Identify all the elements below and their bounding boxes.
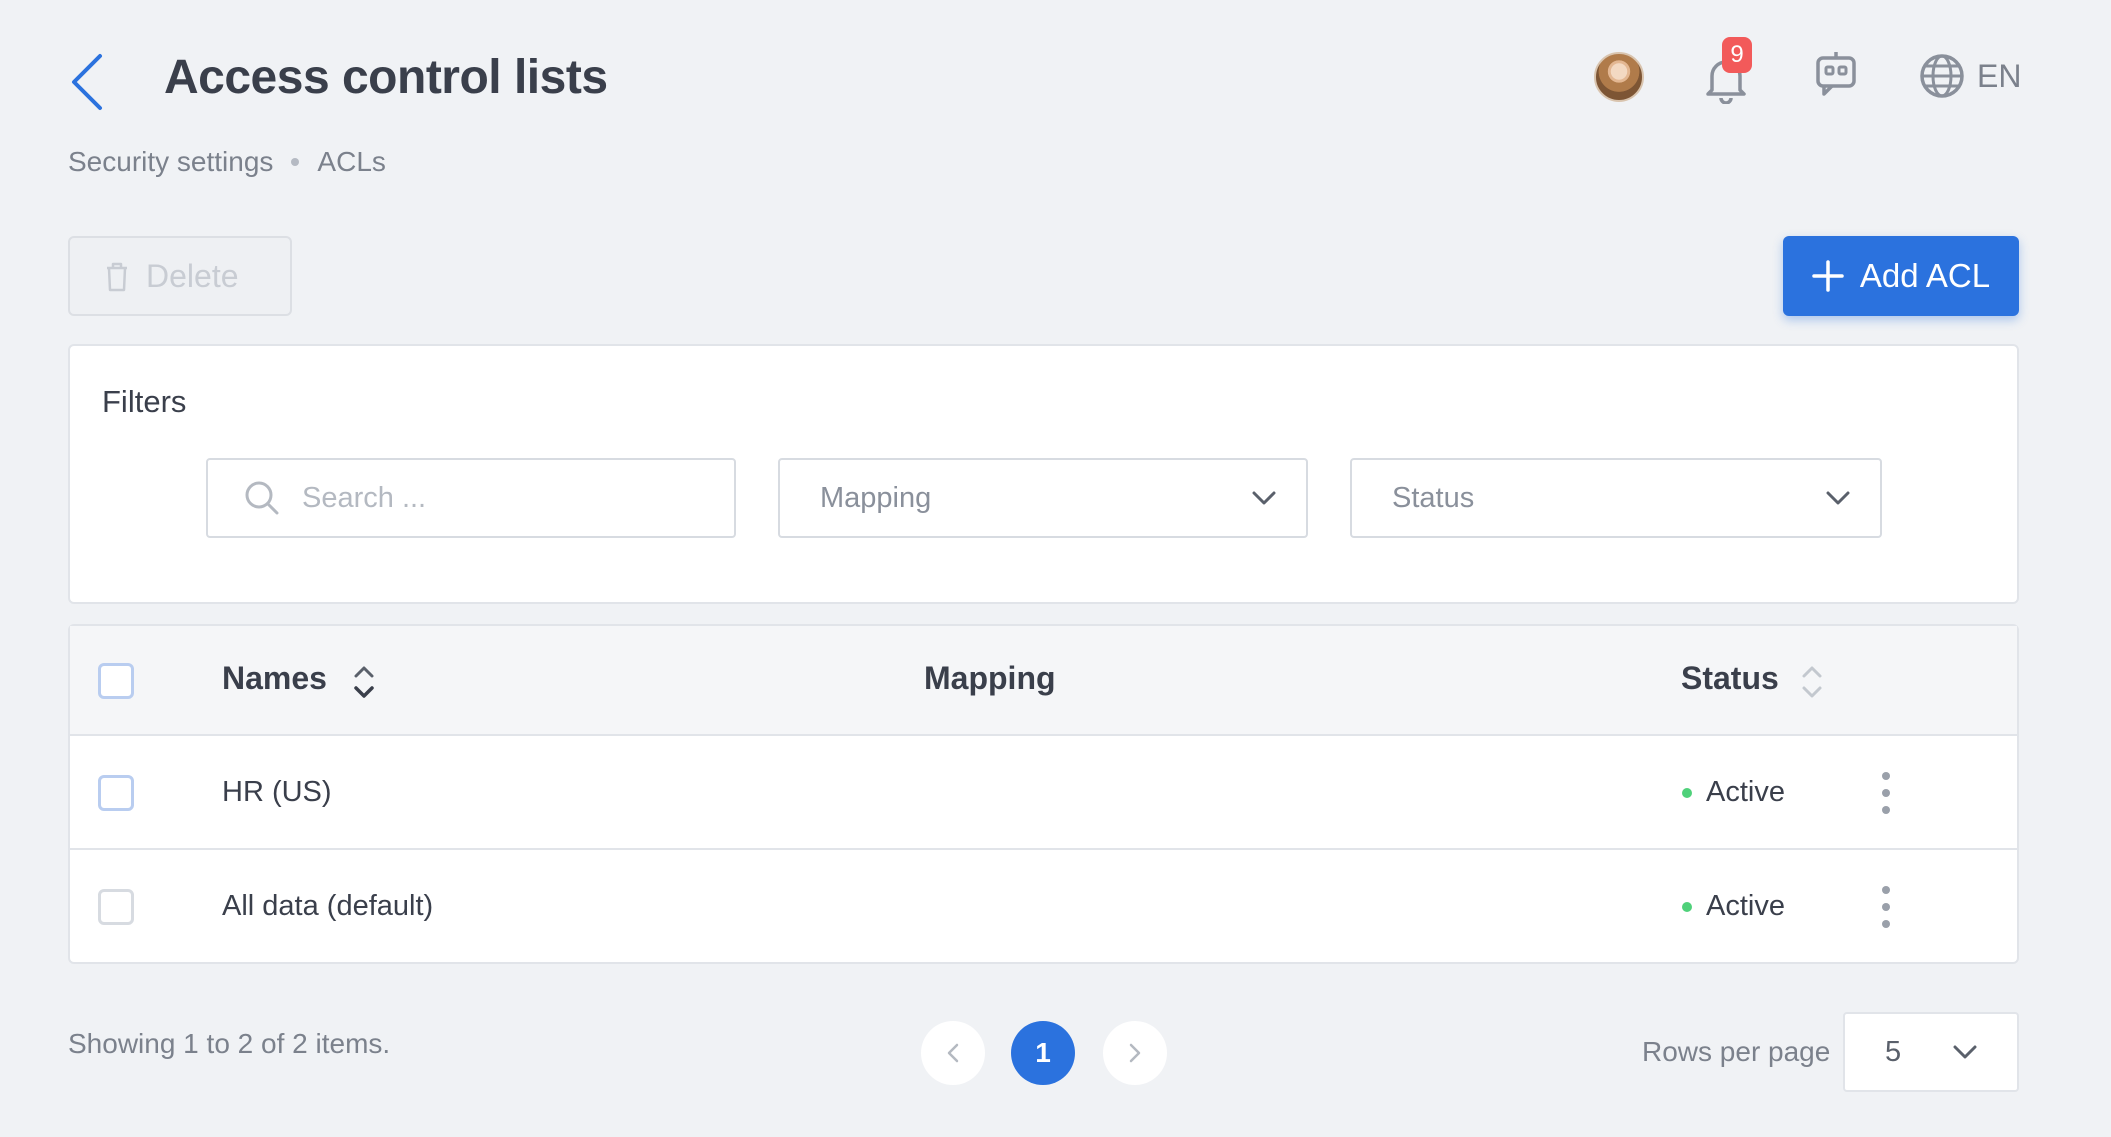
delete-button[interactable]: Delete	[68, 236, 292, 316]
mapping-select[interactable]: Mapping	[778, 458, 1308, 538]
status-badge: Active	[1682, 776, 1785, 809]
trash-icon	[107, 262, 127, 292]
row-checkbox[interactable]	[98, 775, 134, 811]
column-header-mapping: Mapping	[924, 660, 1056, 696]
delete-button-label: Delete	[146, 257, 239, 294]
robot-chat-icon	[1816, 52, 1856, 96]
breadcrumb-item-security-settings[interactable]: Security settings	[68, 146, 273, 178]
search-icon	[245, 481, 279, 515]
row-name: HR (US)	[222, 776, 332, 808]
status-dot	[1682, 787, 1692, 798]
select-all-checkbox[interactable]	[98, 663, 134, 699]
rows-per-page-label: Rows per page	[1642, 1036, 1831, 1067]
next-page-button[interactable]	[1103, 1021, 1167, 1085]
chevron-down-icon	[1252, 491, 1276, 505]
page-button-current[interactable]: 1	[1011, 1021, 1075, 1085]
chevron-left-icon	[72, 54, 102, 110]
sort-icon[interactable]	[352, 664, 376, 700]
page-title: Access control lists	[164, 51, 608, 104]
mapping-select-label: Mapping	[820, 481, 932, 514]
breadcrumb: Security settings ACLs	[68, 146, 386, 178]
chevron-right-icon	[1129, 1043, 1141, 1063]
notification-badge: 9	[1722, 37, 1752, 73]
row-name: All data (default)	[222, 890, 434, 922]
rows-per-page-value: 5	[1885, 1035, 1902, 1068]
avatar[interactable]	[1594, 52, 1644, 102]
breadcrumb-item-acls: ACLs	[317, 146, 386, 177]
add-acl-button[interactable]: Add ACL	[1783, 236, 2019, 316]
status-text: Active	[1706, 776, 1785, 808]
status-dot	[1682, 901, 1692, 912]
row-checkbox[interactable]	[98, 889, 134, 925]
search-input[interactable]	[302, 481, 682, 515]
search-field[interactable]	[206, 458, 736, 538]
previous-page-button[interactable]	[921, 1021, 985, 1085]
language-button[interactable]	[1918, 52, 1966, 100]
back-button[interactable]	[64, 52, 114, 112]
language-label[interactable]: EN	[1977, 58, 2021, 95]
status-select-label: Status	[1392, 481, 1475, 514]
status-text: Active	[1706, 890, 1785, 922]
column-header-status[interactable]: Status	[1681, 660, 1779, 697]
plus-icon	[1812, 260, 1844, 292]
globe-icon	[1920, 54, 1964, 98]
showing-items-text: Showing 1 to 2 of 2 items.	[68, 1028, 391, 1059]
filters-title: Filters	[102, 384, 187, 419]
chevron-down-icon	[1953, 1045, 1977, 1059]
status-select[interactable]: Status	[1350, 458, 1882, 538]
assistant-button[interactable]	[1812, 50, 1860, 98]
row-actions-menu[interactable]	[1878, 772, 1894, 814]
add-acl-label: Add ACL	[1859, 257, 1991, 294]
chevron-down-icon	[1826, 491, 1850, 505]
sort-icon[interactable]	[1800, 664, 1824, 700]
row-divider	[70, 848, 2017, 850]
chevron-left-icon	[947, 1043, 959, 1063]
status-badge: Active	[1682, 890, 1785, 923]
breadcrumb-separator	[291, 158, 300, 166]
column-header-names[interactable]: Names	[222, 660, 327, 697]
rows-per-page-select[interactable]: 5	[1843, 1012, 2019, 1092]
row-actions-menu[interactable]	[1878, 886, 1894, 928]
